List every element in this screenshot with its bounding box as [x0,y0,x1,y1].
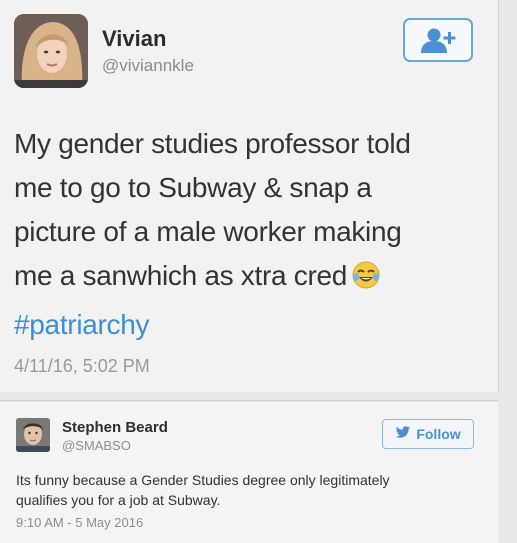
tears-of-joy-emoji-icon [351,259,381,303]
hashtag-link[interactable]: #patriarchy [14,303,484,347]
display-name[interactable]: Stephen Beard [62,419,168,436]
user-handle[interactable]: @SMABSO [62,438,131,453]
profile-photo[interactable] [16,418,50,452]
reply-timestamp[interactable]: 9:10 AM - 5 May 2016 [16,515,143,530]
tweet-text: My gender studies professor told me to g… [14,122,484,347]
tweet-text-line: picture of a male worker making [14,216,402,247]
follow-button[interactable] [403,18,473,62]
tweet-timestamp[interactable]: 4/11/16, 5:02 PM [14,356,150,377]
user-handle[interactable]: @viviannkle [102,56,194,76]
follow-button-label: Follow [416,426,461,442]
main-tweet-card: Vivian @viviannkle My gender studies pro… [0,0,499,392]
tweet-text-line: me to go to Subway & snap a [14,172,372,203]
tweet-text-line: My gender studies professor told [14,128,411,159]
tweet-text-line: me a sanwhich as xtra cred [14,260,348,291]
display-name[interactable]: Vivian [102,26,166,52]
divider [0,400,498,401]
reply-tweet-card: Stephen Beard @SMABSO Follow Its funny b… [0,402,498,543]
tweet-text-line-with-emoji: me a sanwhich as xtra cred [14,254,484,303]
reply-text: Its funny because a Gender Studies degre… [16,470,486,510]
reply-text-line: qualifies you for a job at Subway. [16,492,221,508]
twitter-bird-icon [395,426,411,442]
reply-text-line: Its funny because a Gender Studies degre… [16,472,390,488]
add-user-icon [421,28,456,53]
follow-button[interactable]: Follow [382,419,474,449]
profile-photo[interactable] [14,14,88,88]
